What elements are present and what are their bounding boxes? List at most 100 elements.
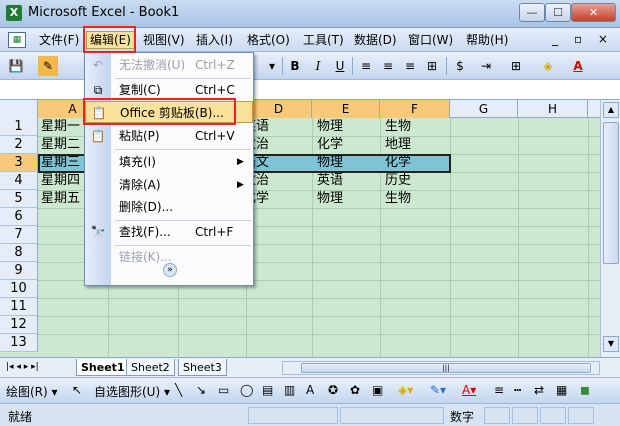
line-color-icon[interactable]: ✎▾ (430, 383, 446, 397)
arrow-style-icon[interactable]: ⇄ (534, 383, 544, 397)
cell-a3[interactable]: 星期三 (38, 154, 80, 172)
arrow-tool-icon[interactable]: ↘ (196, 383, 206, 397)
scroll-up-icon[interactable]: ▲ (603, 102, 619, 118)
font-size-dropdown-icon[interactable]: ▾ (262, 56, 282, 76)
horizontal-scroll-thumb[interactable]: ||| (301, 363, 591, 373)
font-color-draw-icon[interactable]: A▾ (462, 383, 476, 397)
diagram-tool-icon[interactable]: ✪ (328, 383, 338, 397)
sheet-tab-2[interactable]: Sheet2 (126, 359, 175, 376)
align-right-icon[interactable]: ≡ (400, 56, 420, 76)
close-button[interactable]: ✕ (571, 3, 616, 22)
vertical-scroll-thumb[interactable] (603, 122, 619, 264)
menu-insert[interactable]: 插入(I) (193, 31, 236, 49)
row-header[interactable]: 9 (0, 262, 38, 280)
line-style-icon[interactable]: ≡ (494, 383, 504, 397)
sheet-tab-3[interactable]: Sheet3 (178, 359, 227, 376)
font-color-button[interactable]: A (568, 56, 588, 76)
draw-menu-button[interactable]: 绘图(R) ▾ (6, 383, 58, 400)
fill-color-draw-icon[interactable]: ◈▾ (398, 383, 413, 397)
vertical-scrollbar[interactable]: ▲ ▼ (600, 100, 620, 357)
3d-style-icon[interactable]: ◼ (580, 383, 590, 397)
cell-a4[interactable]: 星期四 (38, 172, 80, 190)
menu-window[interactable]: 窗口(W) (405, 31, 456, 49)
menu-item-paste[interactable]: 📋 粘贴(P) Ctrl+V (85, 125, 253, 147)
cell-e2[interactable]: 化学 (314, 136, 343, 154)
mdi-window-controls[interactable]: _ ▫ × (552, 32, 614, 46)
italic-button[interactable]: I (308, 56, 328, 76)
currency-icon[interactable]: $ (450, 56, 470, 76)
fill-color-icon[interactable]: ◈ (538, 56, 558, 76)
menu-file[interactable]: 文件(F) (36, 31, 82, 49)
row-header[interactable]: 10 (0, 280, 38, 298)
cell-f2[interactable]: 地理 (382, 136, 411, 154)
workbook-icon[interactable]: ▦ (8, 32, 26, 48)
row-header[interactable]: 1 (0, 118, 38, 136)
menu-item-fill[interactable]: 填充(I) ▶ (85, 151, 253, 173)
permission-icon[interactable]: ✎ (38, 56, 58, 76)
sheet-nav-arrows-icon[interactable]: |◂ ◂ ▸ ▸| (6, 362, 39, 372)
menu-item-find[interactable]: 🔭 查找(F)... Ctrl+F (85, 221, 253, 243)
menu-help[interactable]: 帮助(H) (463, 31, 511, 49)
cell-f5[interactable]: 生物 (382, 190, 411, 208)
autoshapes-button[interactable]: 自选图形(U) ▾ (94, 383, 170, 400)
save-icon[interactable]: 💾 (6, 56, 26, 76)
cell-a5[interactable]: 星期五 (38, 190, 80, 208)
indent-icon[interactable]: ⇥ (476, 56, 496, 76)
column-header[interactable]: F (380, 100, 450, 118)
row-header[interactable]: 8 (0, 244, 38, 262)
column-header[interactable]: H (518, 100, 588, 118)
cell-a2[interactable]: 星期二 (38, 136, 80, 154)
bold-button[interactable]: B (285, 56, 305, 76)
clipart-tool-icon[interactable]: ✿ (350, 383, 360, 397)
cell-e4[interactable]: 英语 (314, 172, 343, 190)
expand-menu-chevron-icon[interactable]: » (163, 263, 177, 277)
row-header[interactable]: 5 (0, 190, 38, 208)
maximize-button[interactable]: ☐ (545, 3, 571, 22)
menu-item-clear[interactable]: 清除(A) ▶ (85, 174, 253, 196)
cell-e3[interactable]: 物理 (314, 154, 343, 172)
wordart-tool-icon[interactable]: A (306, 383, 314, 397)
borders-icon[interactable]: ⊞ (506, 56, 526, 76)
line-tool-icon[interactable]: ╲ (175, 383, 182, 397)
menu-item-undo[interactable]: ↶ 无法撤消(U) Ctrl+Z (85, 54, 253, 76)
cell-e1[interactable]: 物理 (314, 118, 343, 136)
menu-format[interactable]: 格式(O) (244, 31, 293, 49)
shadow-style-icon[interactable]: ▦ (556, 383, 567, 397)
row-header[interactable]: 12 (0, 316, 38, 334)
picture-tool-icon[interactable]: ▣ (372, 383, 383, 397)
cell-f1[interactable]: 生物 (382, 118, 411, 136)
align-center-icon[interactable]: ≡ (378, 56, 398, 76)
select-objects-icon[interactable]: ↖ (72, 383, 82, 397)
rectangle-tool-icon[interactable]: ▭ (218, 383, 229, 397)
row-header[interactable]: 3 (0, 154, 38, 172)
row-header[interactable]: 4 (0, 172, 38, 190)
column-header[interactable]: G (450, 100, 518, 118)
dash-style-icon[interactable]: ┅ (514, 383, 521, 397)
menu-item-delete[interactable]: 删除(D)... (85, 196, 253, 218)
menu-tools[interactable]: 工具(T) (300, 31, 347, 49)
menu-data[interactable]: 数据(D) (351, 31, 400, 49)
row-header[interactable]: 11 (0, 298, 38, 316)
row-header[interactable]: 2 (0, 136, 38, 154)
cell-a1[interactable]: 星期一 (38, 118, 80, 136)
scroll-down-icon[interactable]: ▼ (603, 336, 619, 352)
align-left-icon[interactable]: ≡ (356, 56, 376, 76)
minimize-button[interactable]: — (519, 3, 545, 22)
textbox-tool-icon[interactable]: ▤ (262, 383, 273, 397)
oval-tool-icon[interactable]: ◯ (240, 383, 253, 397)
column-header[interactable]: E (312, 100, 380, 118)
cell-f3[interactable]: 化学 (382, 154, 411, 172)
horizontal-scrollbar[interactable]: ||| (282, 361, 600, 375)
sheet-tab-1[interactable]: Sheet1 (76, 359, 130, 376)
column-header[interactable]: D (246, 100, 312, 118)
cell-f4[interactable]: 历史 (382, 172, 411, 190)
row-header[interactable]: 13 (0, 334, 38, 352)
merge-center-icon[interactable]: ⊞ (422, 56, 442, 76)
row-header[interactable]: 7 (0, 226, 38, 244)
row-header[interactable]: 6 (0, 208, 38, 226)
select-all-corner[interactable] (0, 100, 38, 118)
underline-button[interactable]: U (330, 56, 350, 76)
menu-view[interactable]: 视图(V) (140, 31, 188, 49)
cell-e5[interactable]: 物理 (314, 190, 343, 208)
vertical-textbox-tool-icon[interactable]: ▥ (284, 383, 295, 397)
